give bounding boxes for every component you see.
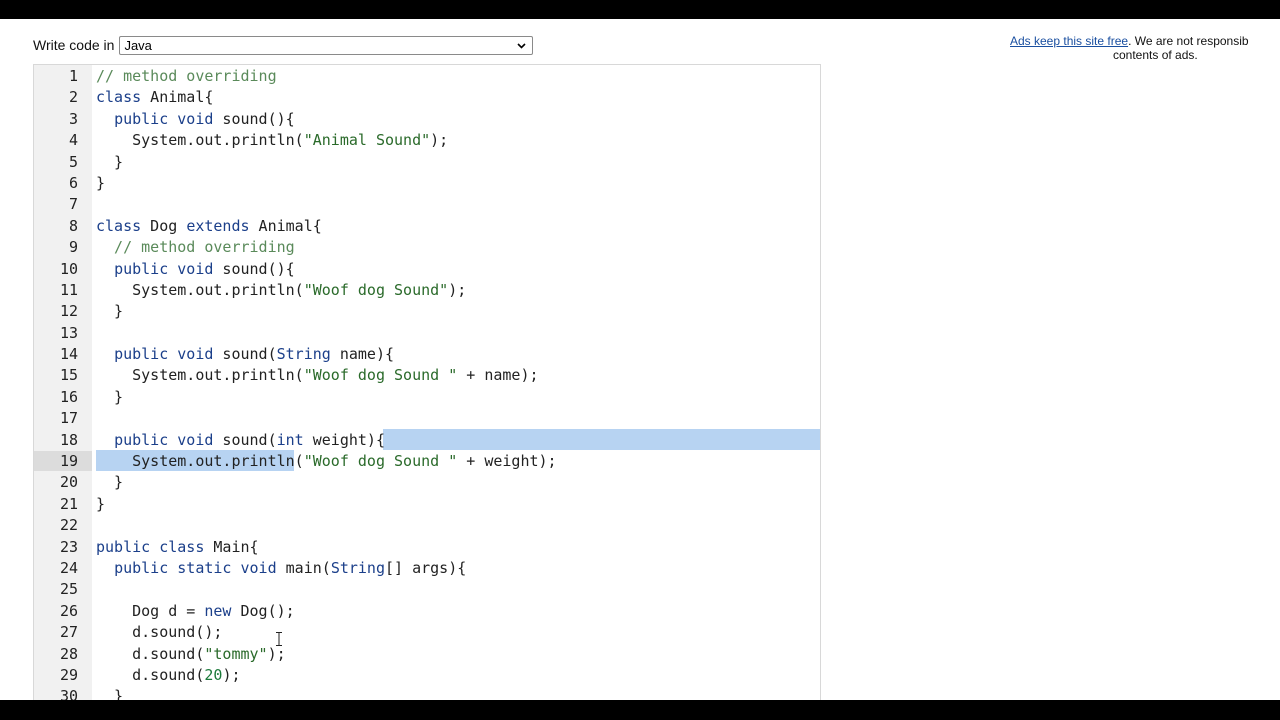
line-number: 5	[68, 152, 78, 171]
code-text: d.sound(20);	[96, 665, 241, 684]
line-number: 30	[59, 687, 78, 700]
ads-link[interactable]: Ads keep this site free	[1010, 34, 1128, 48]
code-text: }	[96, 494, 106, 513]
line-number: 26	[59, 601, 78, 620]
line-number: 21	[59, 494, 78, 513]
code-line[interactable]: 26 Dog d = new Dog();	[34, 600, 820, 621]
code-line[interactable]: 7	[34, 193, 820, 214]
code-text: }	[96, 173, 106, 192]
language-select[interactable]: Java	[119, 35, 534, 55]
line-number: 22	[59, 516, 78, 535]
line-number: 9	[68, 238, 78, 257]
line-number: 18	[59, 430, 78, 449]
ads-text-line2: contents of ads.	[1113, 48, 1198, 62]
code-line[interactable]: 30 }	[34, 685, 820, 700]
ads-text-line1: . We are not responsib	[1128, 34, 1249, 48]
line-number: 20	[59, 473, 78, 492]
line-number: 1	[68, 67, 78, 85]
line-number: 14	[59, 345, 78, 364]
code-text: public void sound(){	[114, 259, 295, 278]
line-number: 24	[59, 558, 78, 577]
code-text: System.out.println("Woof dog Sound " + w…	[96, 452, 557, 471]
code-line[interactable]: 12 }	[34, 300, 820, 321]
code-text: }	[96, 687, 124, 700]
code-text: public void sound(String name){	[114, 345, 395, 364]
code-text: class Animal{	[96, 88, 214, 107]
line-number: 8	[68, 216, 78, 235]
line-number: 4	[68, 131, 78, 150]
code-line[interactable]: 28 d.sound("tommy");	[34, 643, 820, 664]
code-line[interactable]: 19 System.out.println("Woof dog Sound " …	[34, 450, 820, 472]
code-line[interactable]: 18 public void sound(int weight){	[34, 428, 820, 451]
code-line[interactable]: 11 System.out.println("Woof dog Sound");	[34, 279, 820, 300]
code-text: public void sound(){	[114, 109, 295, 128]
code-text: public static void main(String[] args){	[114, 558, 467, 577]
text-selection	[383, 428, 820, 451]
line-number: 7	[68, 195, 78, 214]
code-text: d.sound("tommy");	[96, 644, 286, 663]
language-label: Write code in	[33, 37, 115, 53]
line-number: 19	[34, 451, 92, 472]
code-editor[interactable]: 1// method overriding 2 class Animal{3 pub…	[33, 64, 821, 700]
line-number: 3	[68, 109, 78, 128]
code-text: }	[96, 302, 124, 321]
ads-notice: Ads keep this site free. We are not resp…	[1010, 34, 1280, 62]
code-text: System.out.println("Animal Sound");	[96, 131, 449, 150]
page: Write code in Java Ads keep this site fr…	[0, 19, 1280, 700]
code-text: }	[96, 473, 124, 492]
code-text: public class Main{	[96, 537, 259, 556]
line-number: 16	[59, 387, 78, 406]
line-number: 28	[59, 644, 78, 663]
line-number: 11	[59, 280, 78, 299]
code-line[interactable]: 8 class Dog extends Animal{	[34, 215, 820, 236]
language-selected-value: Java	[124, 37, 152, 53]
code-text: public void sound(int weight){	[114, 430, 385, 449]
code-text: }	[96, 152, 124, 171]
code-lines: 1// method overriding 2 class Animal{3 pub…	[34, 65, 820, 700]
code-text: class Dog extends Animal{	[96, 216, 322, 235]
code-line[interactable]: 21}	[34, 493, 820, 514]
code-line[interactable]: 9 // method overriding	[34, 236, 820, 257]
code-text: }	[96, 387, 124, 406]
chevron-down-icon	[517, 42, 527, 49]
code-line[interactable]: 24 public static void main(String[] args…	[34, 557, 820, 578]
code-text: d.sound();	[96, 623, 223, 642]
code-text: Dog d = new Dog();	[96, 601, 295, 620]
code-text: System.out.println("Woof dog Sound");	[96, 280, 467, 299]
code-line[interactable]: 16 }	[34, 386, 820, 407]
code-line[interactable]: 4 System.out.println("Animal Sound");	[34, 129, 820, 150]
code-line[interactable]: 22	[34, 514, 820, 535]
code-line[interactable]: 10 public void sound(){	[34, 258, 820, 279]
code-line[interactable]: 3 public void sound(){	[34, 108, 820, 129]
code-line[interactable]: 17	[34, 407, 820, 428]
code-text: System.out.println("Woof dog Sound " + n…	[96, 366, 539, 385]
line-number: 25	[59, 580, 78, 599]
code-line[interactable]: 2 class Animal{	[34, 86, 820, 107]
line-number: 12	[59, 302, 78, 321]
code-line[interactable]: 29 d.sound(20);	[34, 664, 820, 685]
language-row: Write code in Java	[33, 35, 534, 55]
code-line[interactable]: 6}	[34, 172, 820, 193]
code-line[interactable]: 27 d.sound();	[34, 621, 820, 642]
line-number: 13	[59, 323, 78, 342]
code-line[interactable]: 15 System.out.println("Woof dog Sound " …	[34, 364, 820, 385]
code-line[interactable]: 23 public class Main{	[34, 536, 820, 557]
code-line[interactable]: 25	[34, 578, 820, 599]
code-line[interactable]: 5 }	[34, 151, 820, 172]
line-number: 10	[59, 259, 78, 278]
code-line[interactable]: 14 public void sound(String name){	[34, 343, 820, 364]
line-number: 15	[59, 366, 78, 385]
line-number: 2	[68, 88, 78, 107]
line-number: 27	[59, 623, 78, 642]
code-line[interactable]: 13	[34, 322, 820, 343]
code-line[interactable]: 1 // method overriding	[34, 65, 820, 86]
line-number: 23	[59, 537, 78, 556]
code-text: // method overriding	[96, 67, 277, 85]
code-line[interactable]: 20 }	[34, 471, 820, 492]
code-text: // method overriding	[96, 238, 295, 257]
line-number: 6	[68, 173, 78, 192]
text-cursor-icon	[276, 632, 282, 646]
line-number: 29	[59, 665, 78, 684]
line-number: 17	[59, 409, 78, 428]
